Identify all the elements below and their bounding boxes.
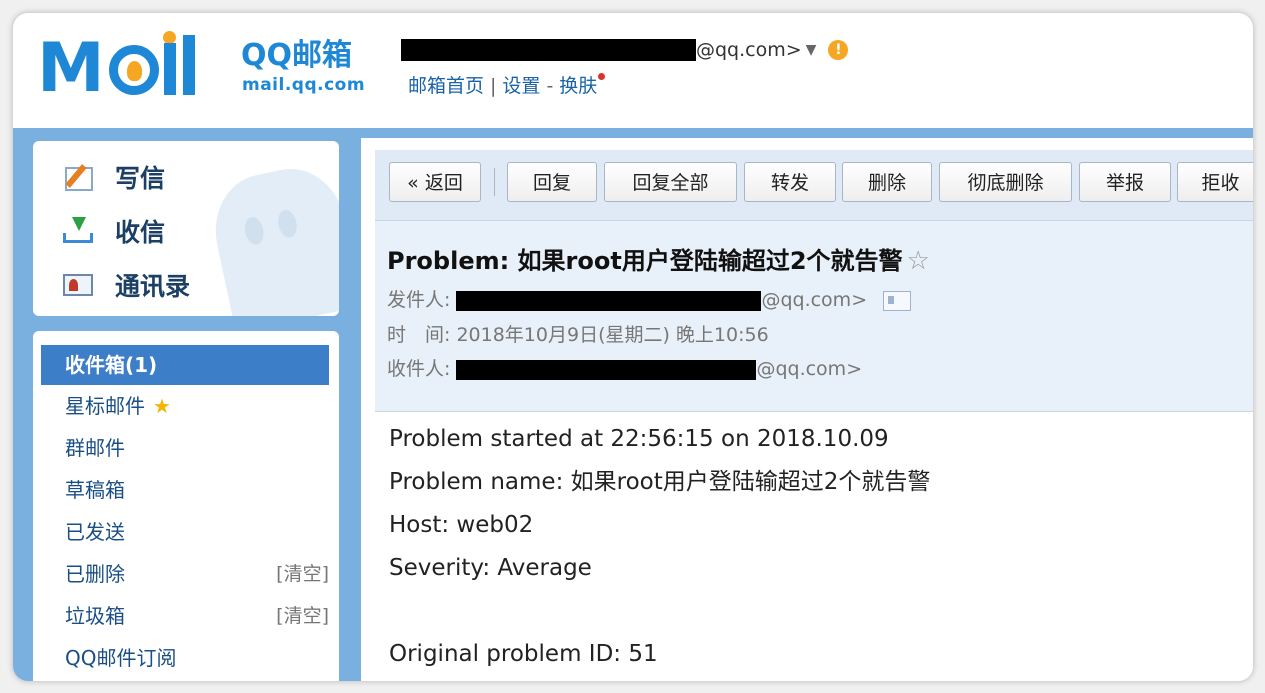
- message-pane: « 返回 回复 回复全部 转发 删除 彻底删除 举报 拒收 Problem: 如…: [351, 128, 1253, 681]
- from-label: 发件人:: [387, 289, 451, 311]
- star-icon: ★: [153, 394, 171, 418]
- logo-letter-i: [164, 43, 176, 95]
- logo-letter-o: [109, 45, 159, 95]
- to-label: 收件人:: [387, 358, 451, 380]
- folder-label: 收件箱(1): [65, 353, 158, 377]
- folder-label: QQ邮件订阅: [65, 646, 177, 670]
- compose-label: 写信: [115, 164, 166, 193]
- folder-label: 群邮件: [65, 436, 125, 460]
- from-email-suffix[interactable]: @qq.com>: [761, 289, 867, 311]
- link-change-skin[interactable]: 换肤: [559, 75, 597, 97]
- body-line: Host: web02: [389, 512, 534, 538]
- time-row: 时 间: 2018年10月9日(星期二) 晚上10:56: [387, 322, 769, 348]
- contacts-button[interactable]: 通讯录: [63, 265, 190, 305]
- delete-permanent-button[interactable]: 彻底删除: [939, 162, 1072, 202]
- reply-all-button[interactable]: 回复全部: [604, 162, 737, 202]
- contacts-label: 通讯录: [115, 272, 191, 301]
- star-icon[interactable]: ☆: [907, 246, 930, 276]
- link-mail-home[interactable]: 邮箱首页: [408, 75, 484, 97]
- new-dot-icon: [598, 73, 606, 80]
- delete-button[interactable]: 删除: [842, 162, 932, 202]
- message-body: Problem started at 22:56:15 on 2018.10.0…: [389, 418, 930, 676]
- folder-starred[interactable]: 星标邮件 ★: [41, 386, 329, 426]
- mail-window: M QQ邮箱 mail.qq.com @qq.com> ▼! 邮箱首页 | 设置 - 换肤…: [12, 12, 1254, 682]
- forward-button[interactable]: 转发: [744, 162, 836, 202]
- quick-actions-panel: 写信 收信 通讯录: [33, 141, 339, 316]
- time-value: 2018年10月9日(星期二) 晚上10:56: [456, 324, 769, 346]
- folder-label: 星标邮件: [65, 394, 145, 418]
- logo-letter-m: M: [37, 29, 105, 108]
- reply-button[interactable]: 回复: [507, 162, 597, 202]
- link-separator: |: [490, 75, 497, 97]
- folder-group[interactable]: 群邮件: [41, 428, 329, 468]
- report-button[interactable]: 举报: [1079, 162, 1171, 202]
- redacted-username: [401, 39, 696, 61]
- body-line: Severity: Average: [389, 555, 592, 581]
- chevron-down-icon[interactable]: ▼: [806, 42, 817, 58]
- body-line: Problem name: 如果root用户登陆输超过2个就告警: [389, 469, 931, 495]
- penguin-icon: [127, 61, 142, 81]
- message-toolbar: « 返回 回复 回复全部 转发 删除 彻底删除 举报 拒收: [375, 150, 1253, 221]
- redacted-sender: [456, 290, 762, 311]
- redacted-recipient: [456, 359, 757, 380]
- folder-spam[interactable]: 垃圾箱 [清空]: [41, 596, 329, 636]
- logo-letter-l: [183, 35, 195, 95]
- clear-spam-link[interactable]: [清空]: [276, 596, 329, 636]
- toolbar-divider: [494, 168, 495, 196]
- receive-label: 收信: [115, 218, 166, 247]
- to-email-suffix[interactable]: @qq.com>: [756, 358, 862, 380]
- folder-deleted[interactable]: 已删除 [清空]: [41, 554, 329, 594]
- contact-card-icon[interactable]: [883, 290, 912, 311]
- account-email-suffix: @qq.com>: [696, 39, 802, 61]
- folder-list: 收件箱(1) 星标邮件 ★ 群邮件 草稿箱 已发送 已删除 [清空] 垃圾箱 [清空]…: [33, 331, 339, 681]
- time-label: 时 间:: [387, 324, 451, 346]
- subject-text: Problem: 如果root用户登陆输超过2个就告警: [387, 247, 903, 275]
- brand-subtitle: mail.qq.com: [242, 75, 366, 95]
- folder-label: 已删除: [65, 562, 125, 586]
- folder-label: 垃圾箱: [65, 604, 125, 628]
- folder-subscriptions[interactable]: QQ邮件订阅: [41, 638, 329, 678]
- folder-sent[interactable]: 已发送: [41, 512, 329, 552]
- top-links: 邮箱首页 | 设置 - 换肤: [408, 71, 606, 98]
- to-row: 收件人: @qq.com>: [387, 356, 862, 382]
- body-line: [389, 590, 930, 633]
- warning-icon[interactable]: !: [828, 40, 849, 60]
- message-subject: Problem: 如果root用户登陆输超过2个就告警 ☆: [387, 241, 930, 276]
- back-button[interactable]: « 返回: [389, 162, 481, 202]
- folder-inbox[interactable]: 收件箱(1): [41, 345, 329, 385]
- folder-drafts[interactable]: 草稿箱: [41, 470, 329, 510]
- compose-button[interactable]: 写信: [63, 157, 165, 197]
- clear-deleted-link[interactable]: [清空]: [276, 554, 329, 594]
- from-row: 发件人: @qq.com>: [387, 287, 912, 313]
- address-book-icon: [63, 271, 95, 299]
- folder-label: 已发送: [65, 520, 125, 544]
- body-line: Original problem ID: 51: [389, 641, 658, 667]
- pencil-icon: [63, 163, 95, 191]
- inbox-download-icon: [63, 217, 95, 245]
- link-settings[interactable]: 设置: [502, 75, 540, 97]
- penguin-watermark: [204, 159, 339, 316]
- folder-label: 草稿箱: [65, 478, 125, 502]
- account-info[interactable]: @qq.com> ▼!: [401, 39, 849, 63]
- brand-title: QQ邮箱: [241, 38, 353, 73]
- body-line: Problem started at 22:56:15 on 2018.10.0…: [389, 426, 889, 452]
- link-separator: -: [546, 75, 554, 97]
- reject-button[interactable]: 拒收: [1177, 162, 1253, 202]
- receive-button[interactable]: 收信: [63, 211, 165, 251]
